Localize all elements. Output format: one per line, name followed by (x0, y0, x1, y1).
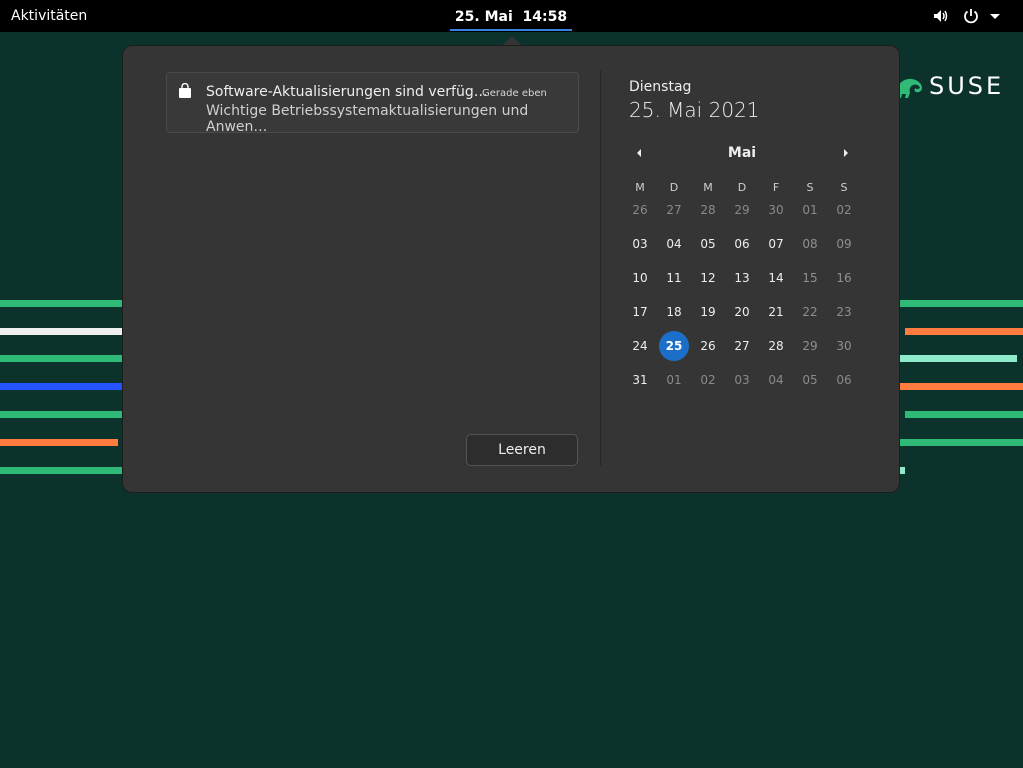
calendar-day[interactable]: 21 (761, 297, 791, 327)
shopping-bag-icon (179, 83, 191, 98)
wallpaper-stripe (0, 439, 118, 446)
calendar-day[interactable]: 30 (829, 331, 859, 361)
calendar-day[interactable]: 06 (727, 229, 757, 259)
current-date[interactable]: 25. Mai 2021 (629, 98, 760, 122)
calendar-day[interactable]: 15 (795, 263, 825, 293)
calendar-day[interactable]: 13 (727, 263, 757, 293)
weekday-header: D (737, 181, 747, 194)
calendar-day[interactable]: 04 (761, 365, 791, 395)
weekday-header: M (703, 181, 713, 194)
weekday-header: F (772, 181, 780, 194)
top-panel: Aktivitäten 25. Mai 14:58 (0, 0, 1023, 32)
calendar-day[interactable]: 14 (761, 263, 791, 293)
calendar-day[interactable]: 28 (693, 195, 723, 225)
calendar-day[interactable]: 29 (727, 195, 757, 225)
calendar-day[interactable]: 10 (625, 263, 655, 293)
calendar-day[interactable]: 06 (829, 365, 859, 395)
popover-arrow (502, 36, 522, 46)
calendar-day[interactable]: 01 (795, 195, 825, 225)
notification-time: Gerade eben (482, 88, 547, 99)
calendar-day[interactable]: 02 (829, 195, 859, 225)
wallpaper-stripe (0, 383, 122, 390)
calendar-day[interactable]: 25 (659, 331, 689, 361)
section-divider (600, 70, 601, 466)
calendar-day[interactable]: 17 (625, 297, 655, 327)
calendar-day[interactable]: 11 (659, 263, 689, 293)
calendar-day[interactable]: 16 (829, 263, 859, 293)
calendar-day[interactable]: 23 (829, 297, 859, 327)
calendar-day[interactable]: 27 (727, 331, 757, 361)
wallpaper-stripe (905, 411, 1023, 418)
wallpaper-stripe (0, 467, 122, 474)
calendar-day[interactable]: 29 (795, 331, 825, 361)
calendar-day[interactable]: 24 (625, 331, 655, 361)
volume-icon (934, 10, 948, 22)
weekday-header: S (840, 181, 848, 194)
clock-button[interactable]: 25. Mai 14:58 (450, 0, 572, 31)
calendar-day[interactable]: 28 (761, 331, 791, 361)
wallpaper-stripe (0, 328, 122, 335)
power-icon (964, 9, 978, 24)
calendar-day[interactable]: 03 (625, 229, 655, 259)
weekday-header: D (669, 181, 679, 194)
wallpaper-stripe (899, 439, 1023, 446)
weekday-header: S (806, 181, 814, 194)
wallpaper-stripe (899, 383, 1023, 390)
calendar-day[interactable]: 01 (659, 365, 689, 395)
wallpaper-stripe (905, 328, 1023, 335)
calendar-day[interactable]: 05 (693, 229, 723, 259)
previous-month-button[interactable] (634, 146, 644, 160)
notification-body: Wichtige Betriebssystemaktualisierungen … (206, 103, 529, 135)
system-status-menu[interactable] (931, 6, 1011, 26)
calendar-day[interactable]: 19 (693, 297, 723, 327)
chevron-down-icon (990, 14, 1000, 19)
calendar-day[interactable]: 04 (659, 229, 689, 259)
month-label: Mai (727, 145, 757, 161)
calendar-day[interactable]: 26 (625, 195, 655, 225)
wallpaper-stripe (899, 467, 905, 474)
next-month-button[interactable] (841, 146, 851, 160)
calendar-day[interactable]: 26 (693, 331, 723, 361)
wallpaper-stripe (899, 355, 1017, 362)
calendar-day-grid: 26 27 28 29 30 01 02 03 04 05 06 07 08 09 10 11 12 13 14 15… (623, 203, 863, 420)
calendar-day[interactable]: 18 (659, 297, 689, 327)
weekday-header: M (635, 181, 645, 194)
clear-notifications-button[interactable]: Leeren (466, 434, 578, 466)
calendar-day[interactable]: 05 (795, 365, 825, 395)
activities-button[interactable]: Aktivitäten (11, 8, 87, 24)
calendar-day[interactable]: 31 (625, 365, 655, 395)
calendar-day[interactable]: 30 (761, 195, 791, 225)
calendar-day[interactable]: 02 (693, 365, 723, 395)
calendar-day[interactable]: 08 (795, 229, 825, 259)
date-menu-popover: Software-Aktualisierungen sind verfüg… G… (123, 46, 899, 492)
notification-title: Software-Aktualisierungen sind verfüg… (206, 84, 488, 100)
calendar-day[interactable]: 20 (727, 297, 757, 327)
notification-item[interactable]: Software-Aktualisierungen sind verfüg… G… (166, 72, 579, 135)
calendar-day[interactable]: 22 (795, 297, 825, 327)
current-weekday: Dienstag (629, 79, 692, 95)
calendar-day[interactable]: 27 (659, 195, 689, 225)
wallpaper-stripe (899, 300, 1023, 307)
calendar-day[interactable]: 03 (727, 365, 757, 395)
wallpaper-stripe (0, 411, 122, 418)
calendar-day[interactable]: 09 (829, 229, 859, 259)
calendar-day[interactable]: 12 (693, 263, 723, 293)
calendar-day[interactable]: 07 (761, 229, 791, 259)
suse-wordmark: SUSE (929, 72, 1005, 100)
wallpaper-stripe (0, 300, 122, 307)
wallpaper-stripe (0, 355, 122, 362)
